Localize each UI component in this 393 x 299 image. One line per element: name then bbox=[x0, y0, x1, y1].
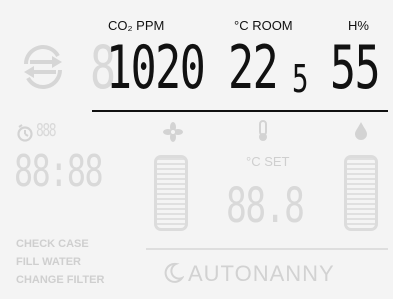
clock-ghost-digits: 88:88 bbox=[14, 146, 104, 197]
humidity-label: H% bbox=[348, 18, 369, 33]
room-temp-decimal: 5 bbox=[292, 57, 308, 101]
lcd-display: CO₂ PPM °C ROOM H% 8 1020 22 5 55 888 88… bbox=[0, 0, 393, 299]
footer-divider bbox=[146, 248, 388, 250]
co2-label: CO₂ PPM bbox=[108, 18, 165, 33]
status-fill-water: FILL WATER bbox=[16, 256, 81, 268]
brand-logo-text: AUTONANNY bbox=[188, 261, 335, 286]
water-drop-icon bbox=[354, 121, 368, 146]
fan-level-bar-right bbox=[344, 155, 378, 231]
status-change-filter: CHANGE FILTER bbox=[16, 274, 105, 286]
timer-ghost-digits: 888 bbox=[36, 120, 57, 141]
co2-value: 1020 bbox=[106, 33, 206, 103]
header-divider bbox=[92, 110, 388, 112]
room-temp-label: °C ROOM bbox=[234, 18, 293, 33]
humidity-value: 55 bbox=[330, 33, 381, 103]
fan-icon bbox=[163, 122, 183, 147]
timer-icon bbox=[16, 124, 34, 147]
set-temp-ghost-digits: 88.8 bbox=[226, 178, 305, 234]
moon-icon bbox=[162, 262, 185, 289]
fan-level-bar-left bbox=[154, 155, 188, 231]
status-check-case: CHECK CASE bbox=[16, 238, 89, 250]
set-temp-label: °C SET bbox=[246, 154, 290, 169]
room-temp-value: 22 bbox=[228, 33, 279, 103]
thermometer-icon bbox=[256, 120, 270, 147]
sync-icon bbox=[18, 42, 68, 97]
